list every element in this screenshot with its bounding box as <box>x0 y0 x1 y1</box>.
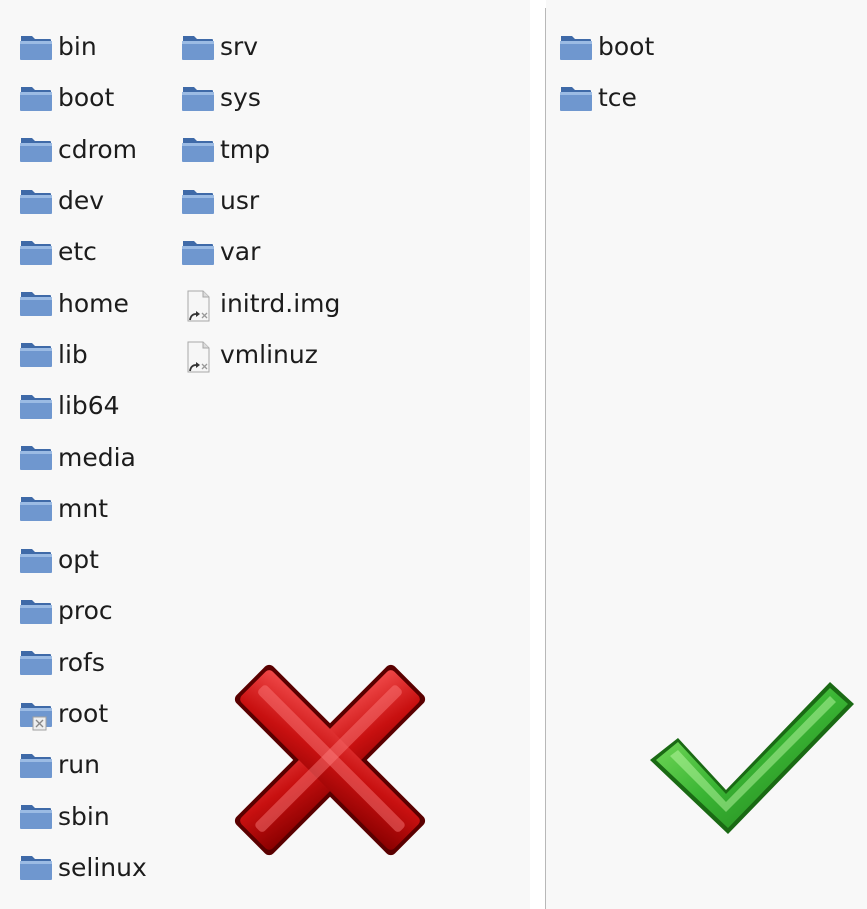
item-label: sys <box>220 83 261 113</box>
folder-icon <box>20 753 52 778</box>
item-label: var <box>220 237 261 267</box>
item-label: media <box>58 442 136 472</box>
folder-icon <box>182 138 214 163</box>
folder-icon <box>20 805 52 830</box>
folder-lib[interactable]: lib <box>18 329 147 380</box>
folder-usr[interactable]: usr <box>180 175 340 226</box>
folder-tmp[interactable]: tmp <box>180 124 340 175</box>
item-label: run <box>58 750 100 780</box>
folder-mnt[interactable]: mnt <box>18 483 147 534</box>
item-label: mnt <box>58 493 108 523</box>
checkmark-icon <box>650 682 854 834</box>
item-label: tmp <box>220 134 271 164</box>
item-label: usr <box>220 186 260 216</box>
folder-icon <box>20 394 52 419</box>
folder-icon <box>182 86 214 111</box>
folder-tce[interactable]: tce <box>558 72 654 123</box>
cross-icon <box>234 664 426 856</box>
item-label: sbin <box>58 801 110 831</box>
item-label: cdrom <box>58 134 137 164</box>
folder-icon <box>182 240 214 265</box>
folder-root[interactable]: root <box>18 688 147 739</box>
item-label: proc <box>58 596 113 626</box>
item-label: dev <box>58 186 105 216</box>
file-link-icon <box>187 290 210 322</box>
folder-icon <box>20 497 52 522</box>
folder-icon <box>20 856 52 881</box>
item-label: boot <box>598 32 655 62</box>
left-column-1: bin boot cdrom dev etc home lib lib64 media mnt op… <box>18 21 147 893</box>
folder-boot[interactable]: boot <box>18 72 147 123</box>
folder-icon <box>182 35 214 60</box>
item-label: boot <box>58 83 115 113</box>
file-vmlinuz[interactable]: vmlinuz <box>180 329 340 380</box>
folder-icon <box>20 651 52 676</box>
folder-icon <box>20 343 52 368</box>
item-label: etc <box>58 237 97 267</box>
folder-etc[interactable]: etc <box>18 226 147 277</box>
folder-icon <box>20 240 52 265</box>
folder-boot[interactable]: boot <box>558 21 654 72</box>
item-label: bin <box>58 32 97 62</box>
folder-dev[interactable]: dev <box>18 175 147 226</box>
folder-sys[interactable]: sys <box>180 72 340 123</box>
folder-icon <box>20 86 52 111</box>
item-label: home <box>58 288 129 318</box>
left-file-pane: bin boot cdrom dev etc home lib lib64 media mnt op… <box>0 0 530 909</box>
folder-selinux[interactable]: selinux <box>18 842 147 893</box>
folder-icon <box>20 189 52 214</box>
item-label: vmlinuz <box>220 339 318 369</box>
item-label: srv <box>220 32 259 62</box>
right-column: boot tce <box>558 21 654 124</box>
folder-opt[interactable]: opt <box>18 534 147 585</box>
folder-icon <box>20 35 52 60</box>
folder-var[interactable]: var <box>180 226 340 277</box>
folder-bin[interactable]: bin <box>18 21 147 72</box>
item-label: selinux <box>58 852 147 882</box>
folder-icon <box>560 86 592 111</box>
folder-home[interactable]: home <box>18 277 147 328</box>
item-label: initrd.img <box>220 288 341 318</box>
folder-rofs[interactable]: rofs <box>18 637 147 688</box>
folder-icon <box>20 292 52 317</box>
folder-lib64[interactable]: lib64 <box>18 380 147 431</box>
item-label: lib <box>58 339 88 369</box>
folder-icon <box>20 548 52 573</box>
folder-icon <box>20 599 52 624</box>
folder-srv[interactable]: srv <box>180 21 340 72</box>
folder-icon <box>560 35 592 60</box>
locked-folder-icon <box>20 702 52 730</box>
folder-media[interactable]: media <box>18 431 147 482</box>
folder-run[interactable]: run <box>18 739 147 790</box>
item-label: opt <box>58 545 99 575</box>
folder-cdrom[interactable]: cdrom <box>18 124 147 175</box>
folder-icon <box>20 138 52 163</box>
folder-sbin[interactable]: sbin <box>18 790 147 841</box>
item-label: tce <box>598 83 637 113</box>
left-column-2: srv sys tmp usr var initrd.img vmlinuz <box>180 21 340 380</box>
file-link-icon <box>187 341 210 373</box>
file-initrd-img[interactable]: initrd.img <box>180 277 340 328</box>
item-label: root <box>58 699 109 728</box>
item-label: lib64 <box>58 391 120 421</box>
folder-icon <box>182 189 214 214</box>
folder-icon <box>20 446 52 471</box>
folder-proc[interactable]: proc <box>18 585 147 636</box>
item-label: rofs <box>58 647 105 677</box>
